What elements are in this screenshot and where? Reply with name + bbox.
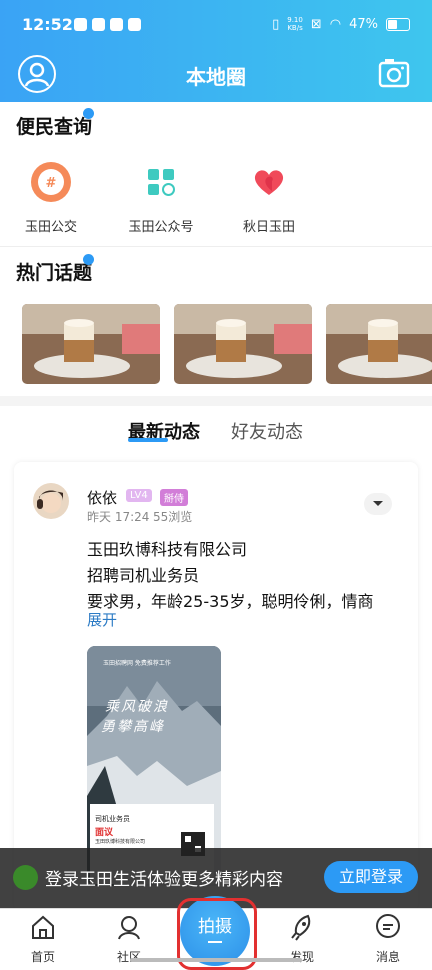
vibrate-icon: ▯ — [272, 16, 280, 32]
camera-icon — [378, 59, 410, 88]
image-calligraphy-1: 乘风破浪 — [105, 699, 169, 715]
image-card-company: 玉田玖博科技有限公司 — [95, 839, 146, 845]
feed-tabs: 最新动态 好友动态 — [0, 418, 432, 448]
battery-icon — [386, 17, 410, 31]
top-bar: 12:52 ▯ 9.10 KB/s ⊠ ◠ 47% 本地圈 — [0, 0, 432, 102]
post-line: 招聘司机业务员 — [87, 566, 200, 585]
wifi-icon: ◠ — [329, 16, 342, 32]
tab-friends[interactable]: 好友动态 — [231, 418, 303, 444]
nav-discover-label: 发现 — [289, 950, 314, 964]
services-title: 便民查询 — [16, 116, 93, 138]
camera-button[interactable] — [378, 58, 410, 92]
post-line: 要求男，年龄25-35岁，聪明伶俐，情商 — [87, 592, 374, 611]
service-bus[interactable]: # 玉田公交 — [6, 160, 96, 235]
tag-badge: 掰侍 — [160, 489, 188, 506]
section-divider — [0, 396, 432, 406]
service-autumn[interactable]: 秋日玉田 — [224, 160, 314, 235]
nav-community-label: 社区 — [116, 950, 141, 964]
author-name[interactable]: 依依 — [87, 487, 117, 508]
login-banner-text: 登录玉田生活体验更多精彩内容 — [45, 870, 283, 890]
login-button[interactable]: 立即登录 — [324, 861, 418, 893]
post-line: 玉田玖博科技有限公司 — [87, 540, 248, 559]
image-card-title: 司机业务员 — [95, 815, 130, 823]
service-autumn-label: 秋日玉田 — [242, 220, 295, 235]
status-time: 12:52 — [22, 15, 73, 34]
divider — [0, 246, 432, 247]
level-badge: LV4 — [126, 489, 152, 502]
status-right: ▯ 9.10 KB/s ⊠ ◠ 47% — [272, 16, 410, 32]
svg-text:#: # — [46, 176, 57, 191]
battery-percent: 47% — [349, 16, 378, 32]
service-official-account-label: 玉田公众号 — [128, 220, 194, 235]
topics-dot — [83, 254, 94, 265]
app-logo-icon — [13, 865, 38, 890]
service-official-account[interactable]: 玉田公众号 — [116, 160, 206, 235]
topic-card[interactable] — [174, 304, 312, 384]
image-card-salary: 面议 — [95, 828, 114, 838]
nav-home[interactable]: 首页 — [13, 913, 73, 965]
heart-icon — [247, 160, 291, 204]
post-meta-views: 55浏览 — [153, 510, 193, 524]
image-calligraphy-2: 勇攀高峰 — [101, 719, 165, 735]
nav-messages-label: 消息 — [375, 950, 400, 964]
page-title: 本地圈 — [186, 65, 246, 89]
coffee-image — [326, 304, 432, 384]
nav-home-label: 首页 — [30, 950, 55, 964]
tab-underline — [128, 438, 168, 442]
post-meta-time: 昨天 17:24 — [87, 510, 150, 524]
nav-messages[interactable]: 消息 — [358, 913, 418, 965]
rocket-icon — [291, 914, 311, 941]
gesture-bar — [130, 958, 302, 962]
service-bus-label: 玉田公交 — [24, 220, 77, 235]
coffee-image — [22, 304, 160, 384]
post-menu-button[interactable] — [364, 493, 392, 515]
sim-icon: ⊠ — [310, 16, 322, 32]
topic-card[interactable] — [326, 304, 432, 384]
coffee-image — [174, 304, 312, 384]
community-icon — [118, 916, 140, 940]
bus-icon: # — [29, 160, 73, 204]
image-top-text: 玉田招聘网 免费推荐工作 — [103, 660, 171, 667]
status-bar: 12:52 ▯ 9.10 KB/s ⊠ ◠ 47% — [0, 14, 432, 38]
topics-title: 热门话题 — [16, 262, 93, 284]
expand-link[interactable]: 展开 — [87, 609, 117, 630]
notification-icons — [74, 18, 141, 31]
services-dot — [83, 108, 94, 119]
apps-icon — [139, 160, 183, 204]
author-avatar[interactable] — [33, 483, 69, 519]
chevron-down-icon — [373, 501, 383, 506]
network-speed: 9.10 KB/s — [287, 16, 303, 32]
topic-card[interactable] — [22, 304, 160, 384]
home-icon — [32, 915, 54, 939]
message-icon — [376, 914, 400, 938]
